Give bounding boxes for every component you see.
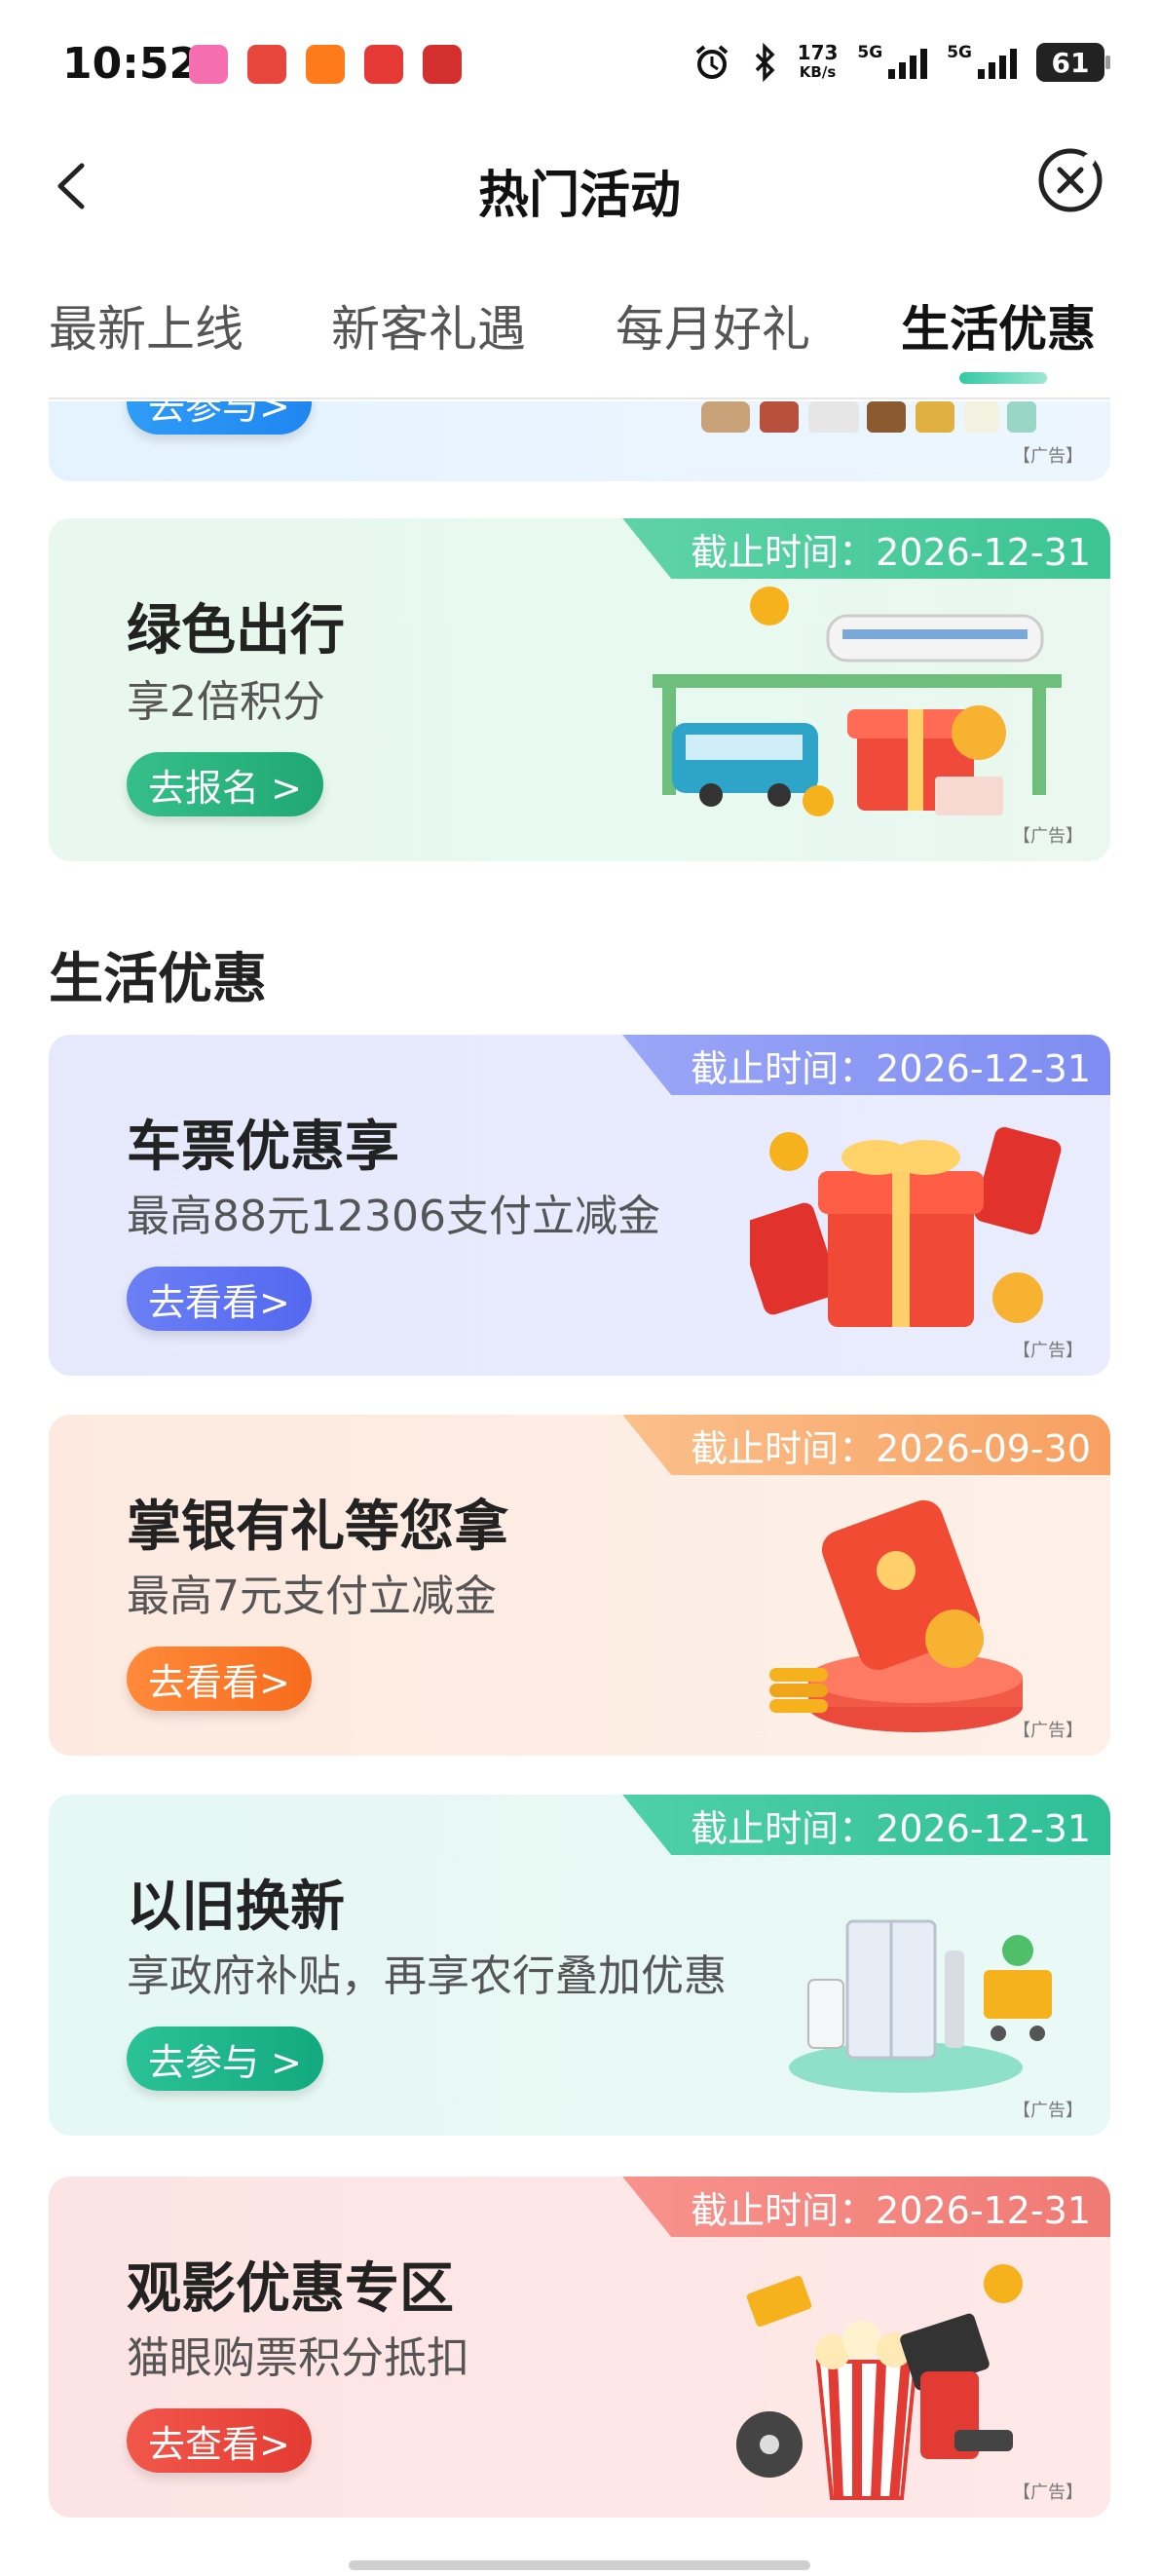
network-type: 5G	[857, 43, 883, 62]
alarm-icon	[695, 45, 728, 79]
gift-box-illustration	[750, 1126, 1062, 1327]
category-tabs: 最新上线 新客礼遇 每月好礼 生活优惠	[0, 273, 1159, 399]
app-notification-icon	[423, 45, 462, 84]
card-subtitle: 最高7元支付立减金	[127, 1572, 497, 1621]
card-subtitle: 最高88元12306支付立减金	[127, 1192, 660, 1241]
red-envelope-illustration	[769, 1499, 1023, 1732]
participate-button[interactable]: 去参与 >	[127, 2027, 323, 2091]
ad-label: 【广告】	[1013, 826, 1083, 847]
card-title: 车票优惠享	[127, 1116, 399, 1179]
divider	[49, 398, 1110, 399]
ad-label: 【广告】	[1013, 446, 1083, 467]
view-button[interactable]: 去看看>	[127, 1267, 312, 1331]
appliances-illustration	[789, 1919, 1052, 2093]
ad-label: 【广告】	[1013, 1721, 1083, 1741]
app-notification-icon	[189, 45, 228, 84]
bottles-illustration	[701, 401, 1036, 433]
card-title: 绿色出行	[127, 599, 345, 663]
deadline-badge: 截止时间：2026-12-31	[622, 1795, 1110, 1855]
activity-card-movies[interactable]: 截止时间：2026-12-31 观影优惠专区 猫眼购票积分抵扣 去查看> 【广告…	[49, 2177, 1110, 2518]
battery-icon: 61	[1036, 43, 1110, 82]
active-tab-indicator	[959, 372, 1047, 384]
bluetooth-icon	[755, 43, 775, 82]
tab-life-discounts[interactable]: 生活优惠	[901, 290, 1096, 360]
nav-bar: 热门活动	[0, 136, 1159, 234]
activity-card-green-travel[interactable]: 截止时间：2026-12-31 绿色出行 享2倍积分 去报名 > 【广告】	[49, 518, 1110, 861]
status-bar: 10:52 173 KB/s 5G 5G 61	[0, 0, 1159, 136]
signal-icon	[888, 46, 928, 79]
network-speed: 173 KB/s	[797, 41, 839, 81]
green-travel-illustration	[653, 587, 1062, 816]
section-title: 生活优惠	[49, 948, 267, 1011]
app-notification-icon	[364, 45, 403, 84]
movie-popcorn-illustration	[736, 2264, 1023, 2500]
activity-card-partial[interactable]: 去参与> 【广告】	[49, 401, 1110, 481]
deadline-badge: 截止时间：2026-12-31	[622, 2177, 1110, 2237]
status-time: 10:52	[62, 39, 200, 89]
card-subtitle: 享2倍积分	[127, 677, 325, 727]
signup-button[interactable]: 去报名 >	[127, 752, 323, 816]
card-subtitle: 猫眼购票积分抵扣	[127, 2333, 469, 2383]
card-title: 掌银有礼等您拿	[127, 1496, 508, 1559]
participate-button[interactable]: 去参与>	[127, 401, 312, 435]
tab-monthly[interactable]: 每月好礼	[616, 290, 810, 360]
card-title: 观影优惠专区	[127, 2257, 454, 2321]
notification-icons	[189, 45, 462, 84]
ad-label: 【广告】	[1013, 2101, 1083, 2121]
signal-icon	[978, 46, 1017, 79]
activity-card-mobile-bank-gifts[interactable]: 截止时间：2026-09-30 掌银有礼等您拿 最高7元支付立减金 去看看> 【…	[49, 1415, 1110, 1756]
app-notification-icon	[306, 45, 345, 84]
card-title: 以旧换新	[127, 1875, 345, 1939]
app-notification-icon	[247, 45, 286, 84]
deadline-badge: 截止时间：2026-12-31	[622, 518, 1110, 579]
page-title: 热门活动	[477, 167, 681, 225]
tab-new-customer[interactable]: 新客礼遇	[331, 290, 526, 360]
activity-card-trade-in[interactable]: 截止时间：2026-12-31 以旧换新 享政府补贴，再享农行叠加优惠 去参与 …	[49, 1795, 1110, 2136]
close-mini-program-icon[interactable]	[1036, 146, 1104, 214]
view-button[interactable]: 去查看>	[127, 2408, 312, 2473]
activity-card-train-tickets[interactable]: 截止时间：2026-12-31 车票优惠享 最高88元12306支付立减金 去看…	[49, 1035, 1110, 1376]
view-button[interactable]: 去看看>	[127, 1647, 312, 1711]
network-type: 5G	[947, 43, 972, 62]
ad-label: 【广告】	[1013, 1341, 1083, 1361]
tab-latest[interactable]: 最新上线	[49, 290, 243, 360]
ad-label: 【广告】	[1013, 2482, 1083, 2503]
battery-level: 61	[1051, 46, 1090, 79]
card-subtitle: 享政府补贴，再享农行叠加优惠	[127, 1951, 727, 2001]
deadline-badge: 截止时间：2026-09-30	[622, 1415, 1110, 1475]
deadline-badge: 截止时间：2026-12-31	[622, 1035, 1110, 1095]
home-indicator[interactable]	[349, 2560, 810, 2570]
